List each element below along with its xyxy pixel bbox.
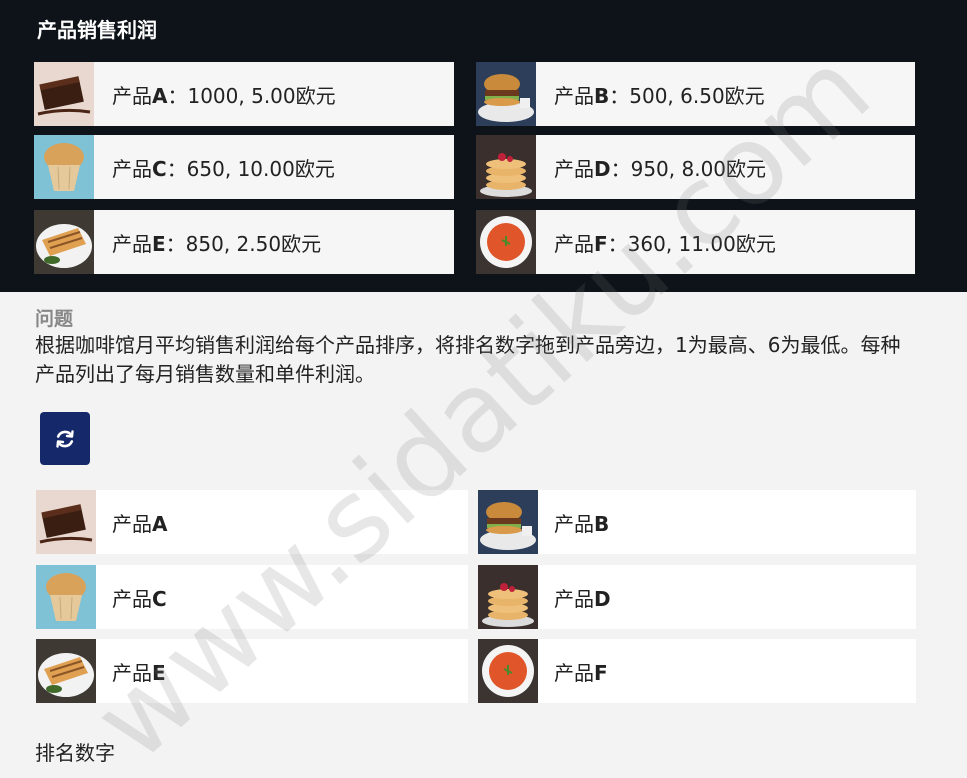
stat-label-c: 产品C：650, 10.00欧元 — [112, 156, 335, 181]
muffin-image — [36, 565, 96, 629]
product-sales-panel: 产品销售利润 产品A：1000, 5.00欧元 产品B：500, 6.50欧元 … — [0, 0, 967, 292]
product-slot-e[interactable]: 产品E — [36, 639, 468, 703]
product-label-f: 产品F — [554, 660, 608, 685]
product-label-d: 产品D — [554, 586, 611, 611]
refresh-button[interactable] — [40, 412, 90, 465]
panini-image — [36, 639, 96, 703]
burger-image — [478, 490, 538, 554]
product-label-b: 产品B — [554, 511, 610, 536]
stat-label-f: 产品F：360, 11.00欧元 — [554, 231, 776, 256]
pancakes-image — [476, 135, 536, 199]
panel-title: 产品销售利润 — [37, 18, 157, 42]
brownie-image — [36, 490, 96, 554]
product-slot-f[interactable]: 产品F — [478, 639, 916, 703]
stat-card-f: 产品F：360, 11.00欧元 — [476, 210, 915, 274]
product-label-a: 产品A — [112, 511, 168, 536]
stat-label-e: 产品E：850, 2.50欧元 — [112, 231, 322, 256]
product-slot-d[interactable]: 产品D — [478, 565, 916, 629]
burger-image — [476, 62, 536, 126]
product-label-e: 产品E — [112, 660, 166, 685]
stat-card-d: 产品D：950, 8.00欧元 — [476, 135, 915, 199]
stat-card-e: 产品E：850, 2.50欧元 — [34, 210, 454, 274]
brownie-image — [34, 62, 94, 126]
stat-label-a: 产品A：1000, 5.00欧元 — [112, 83, 336, 108]
refresh-icon — [56, 429, 74, 448]
stat-card-c: 产品C：650, 10.00欧元 — [34, 135, 454, 199]
product-slot-b[interactable]: 产品B — [478, 490, 916, 554]
pancakes-image — [478, 565, 538, 629]
question-heading: 问题 — [35, 308, 74, 330]
question-text: 根据咖啡馆月平均销售利润给每个产品排序，将排名数字拖到产品旁边，1为最高、6为最… — [35, 333, 901, 386]
product-slot-a[interactable]: 产品A — [36, 490, 468, 554]
stat-card-b: 产品B：500, 6.50欧元 — [476, 62, 915, 126]
stat-label-d: 产品D：950, 8.00欧元 — [554, 156, 767, 181]
stat-label-b: 产品B：500, 6.50欧元 — [554, 83, 765, 108]
ranking-numbers-label: 排名数字 — [35, 741, 115, 765]
muffin-image — [34, 135, 94, 199]
stat-card-a: 产品A：1000, 5.00欧元 — [34, 62, 454, 126]
soup-image — [476, 210, 536, 274]
product-slot-c[interactable]: 产品C — [36, 565, 468, 629]
panini-image — [34, 210, 94, 274]
soup-image — [478, 639, 538, 703]
product-label-c: 产品C — [112, 586, 167, 611]
